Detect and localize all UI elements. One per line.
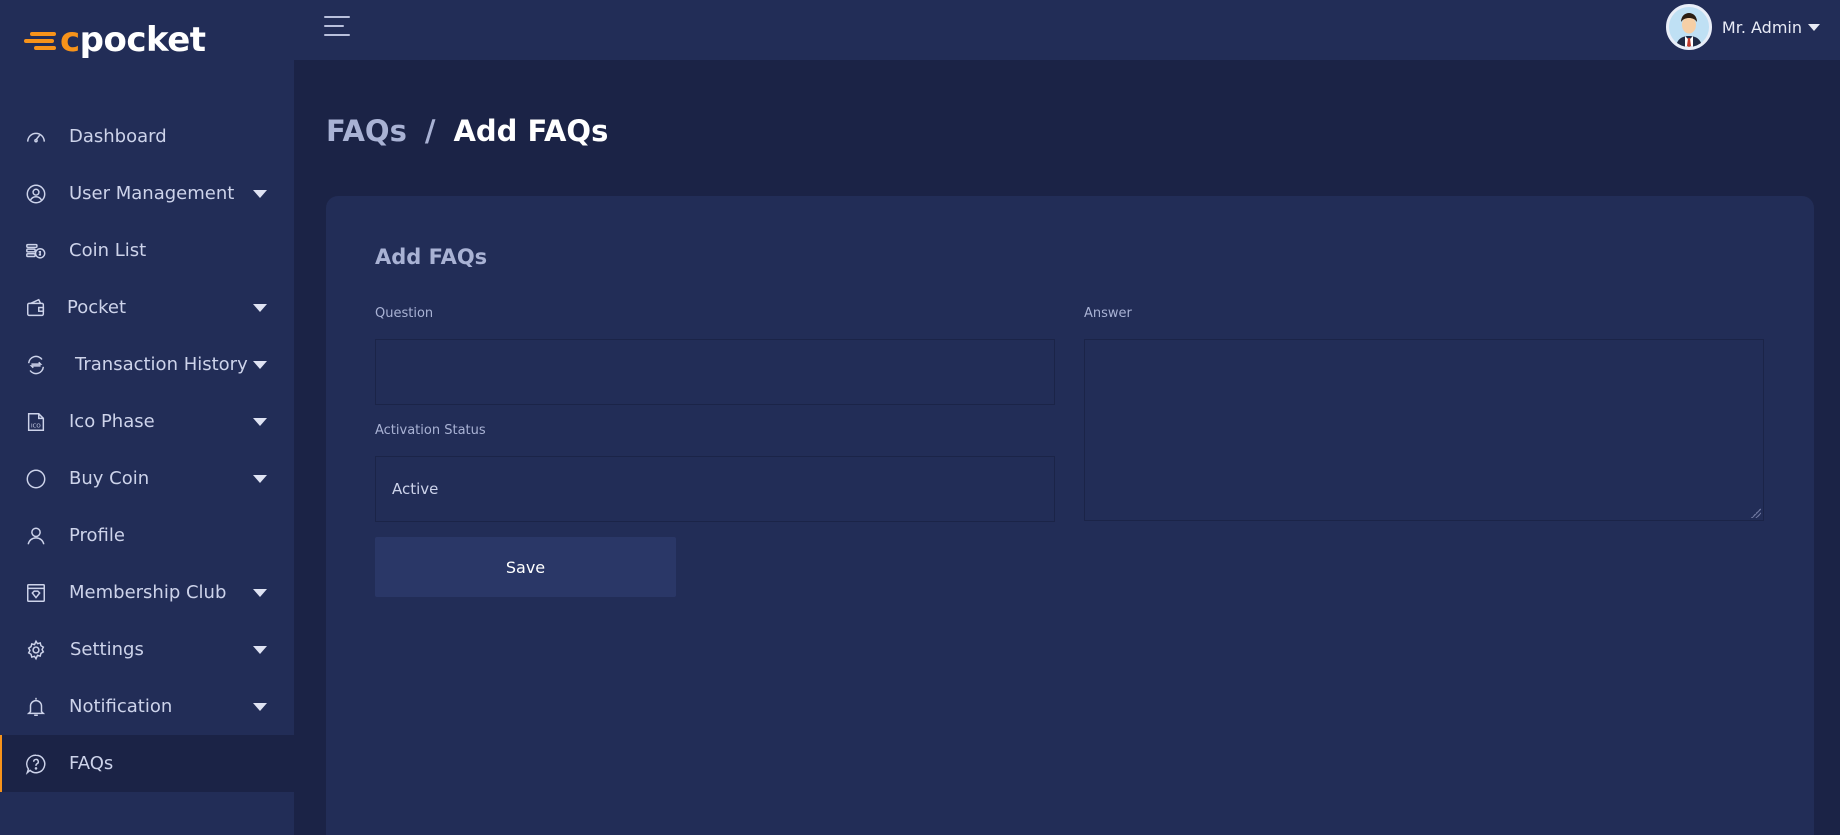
breadcrumb: FAQs / Add FAQs	[326, 114, 608, 148]
chevron-down-icon[interactable]	[253, 360, 267, 369]
chevron-down-icon[interactable]	[253, 702, 267, 711]
sidebar-item-transaction-history[interactable]: Transaction History	[0, 336, 294, 393]
sidebar-item-label: User Management	[69, 183, 235, 204]
sidebar-item-label: Buy Coin	[69, 468, 150, 489]
activation-status-label: Activation Status	[375, 423, 486, 438]
ico-file-icon: ICO	[24, 410, 48, 434]
bell-icon	[24, 695, 48, 719]
diamond-card-icon	[24, 581, 48, 605]
question-bubble-icon	[24, 752, 48, 776]
user-menu[interactable]: Mr. Admin	[1665, 4, 1820, 50]
chevron-down-icon[interactable]	[253, 588, 267, 597]
logo-text: cpocket	[60, 20, 206, 60]
chevron-down-icon[interactable]	[253, 417, 267, 426]
sidebar-item-label: Pocket	[67, 297, 127, 318]
breadcrumb-separator: /	[424, 114, 436, 148]
speed-lines-icon	[24, 26, 60, 54]
breadcrumb-parent-link[interactable]: FAQs	[326, 114, 407, 148]
answer-label: Answer	[1084, 306, 1132, 321]
sidebar-item-label: Profile	[69, 525, 125, 546]
sidebar-item-ico-phase[interactable]: ICO Ico Phase	[0, 393, 294, 450]
activation-status-select[interactable]: Active	[375, 456, 1055, 522]
sidebar-item-settings[interactable]: Settings	[0, 621, 294, 678]
sidebar-item-dashboard[interactable]: Dashboard	[0, 108, 294, 165]
sidebar-item-faqs[interactable]: FAQs	[0, 735, 294, 792]
resize-handle-icon[interactable]	[1751, 508, 1761, 518]
wallet-icon	[24, 296, 48, 320]
chevron-down-icon[interactable]	[253, 474, 267, 483]
topbar: Mr. Admin	[294, 0, 1840, 60]
circle-icon	[24, 467, 48, 491]
person-icon	[24, 524, 48, 548]
chevron-down-icon	[1808, 23, 1820, 31]
add-faq-card: Add FAQs Question Activation Status Acti…	[326, 196, 1814, 835]
chevron-down-icon[interactable]	[253, 645, 267, 654]
svg-text:ICO: ICO	[31, 423, 41, 429]
card-title: Add FAQs	[375, 245, 488, 269]
coins-icon	[24, 239, 48, 263]
avatar	[1665, 4, 1712, 50]
user-circle-icon	[24, 182, 48, 206]
sidebar-item-membership-club[interactable]: Membership Club	[0, 564, 294, 621]
sidebar-nav: Dashboard User Management Coin List Pock…	[0, 108, 294, 792]
sidebar-item-label: Dashboard	[69, 126, 167, 147]
sidebar-item-profile[interactable]: Profile	[0, 507, 294, 564]
sidebar-item-notification[interactable]: Notification	[0, 678, 294, 735]
sidebar-item-label: Settings	[70, 639, 144, 660]
sidebar-item-coin-list[interactable]: Coin List	[0, 222, 294, 279]
sidebar-item-label: Ico Phase	[69, 411, 155, 432]
page-title: Add FAQs	[453, 114, 609, 148]
chevron-down-icon[interactable]	[253, 189, 267, 198]
answer-textarea[interactable]	[1084, 339, 1764, 521]
exchange-icon	[24, 353, 48, 377]
sidebar-item-label: FAQs	[69, 753, 114, 774]
sidebar-item-buy-coin[interactable]: Buy Coin	[0, 450, 294, 507]
sidebar-item-pocket[interactable]: Pocket	[0, 279, 294, 336]
save-button[interactable]: Save	[375, 537, 676, 597]
question-input[interactable]	[375, 339, 1055, 405]
user-name: Mr. Admin	[1721, 17, 1802, 37]
sidebar-item-label: Membership Club	[69, 582, 227, 603]
sidebar-item-label: Transaction History	[75, 354, 248, 375]
gear-icon	[24, 638, 48, 662]
sidebar-item-label: Notification	[69, 696, 173, 717]
app-logo[interactable]: cpocket	[24, 18, 206, 62]
sidebar: cpocket Dashboard User Management Coin L…	[0, 0, 294, 835]
gauge-icon	[24, 125, 48, 149]
chevron-down-icon[interactable]	[253, 303, 267, 312]
question-label: Question	[375, 306, 434, 321]
sidebar-item-label: Coin List	[69, 240, 147, 261]
hamburger-menu-icon[interactable]	[324, 16, 350, 38]
sidebar-item-user-management[interactable]: User Management	[0, 165, 294, 222]
